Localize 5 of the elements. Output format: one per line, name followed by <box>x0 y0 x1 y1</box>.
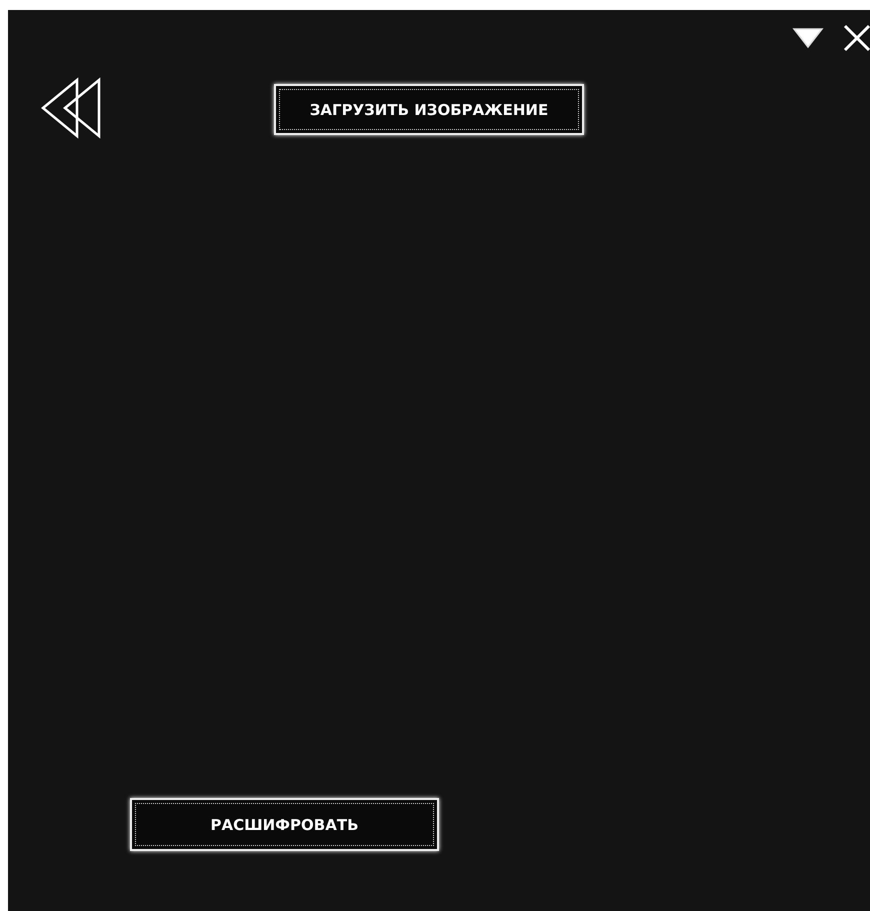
dropdown-triangle-icon[interactable] <box>792 27 824 49</box>
upload-image-button[interactable]: ЗАГРУЗИТЬ ИЗОБРАЖЕНИЕ <box>274 84 584 135</box>
decrypt-button[interactable]: РАСШИФРОВАТЬ <box>130 798 439 851</box>
double-arrow-back-icon[interactable] <box>40 77 102 139</box>
close-icon[interactable] <box>842 23 870 53</box>
